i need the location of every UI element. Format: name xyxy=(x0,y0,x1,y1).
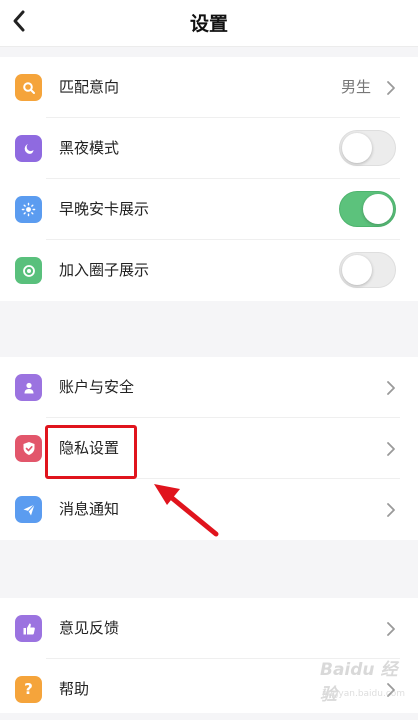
toggle-knob xyxy=(363,194,393,224)
nav-bar: 设置 xyxy=(0,0,418,47)
setting-label: 加入圈子展示 xyxy=(59,261,150,279)
setting-row-dark-mode: 黑夜模式 xyxy=(0,118,418,179)
setting-label: 消息通知 xyxy=(59,500,120,518)
send-icon xyxy=(15,496,42,523)
setting-label: 匹配意向 xyxy=(59,78,120,96)
dark-mode-toggle[interactable] xyxy=(339,130,396,166)
question-icon: ? xyxy=(15,676,42,703)
thumbs-up-icon xyxy=(15,615,42,642)
setting-row-match-intent[interactable]: 匹配意向 男生 xyxy=(0,57,418,118)
chevron-right-icon xyxy=(387,442,395,456)
setting-label: 黑夜模式 xyxy=(59,139,120,157)
target-icon xyxy=(15,257,42,284)
watermark: Baidu 经验 jingyan.baidu.com xyxy=(300,655,410,710)
moon-icon xyxy=(15,135,42,162)
setting-label: 账户与安全 xyxy=(59,378,135,396)
shield-icon xyxy=(15,435,42,462)
setting-label: 意见反馈 xyxy=(59,619,120,637)
setting-row-morning-card: 早晚安卡展示 xyxy=(0,179,418,240)
setting-row-circle-display: 加入圈子展示 xyxy=(0,240,418,301)
morning-card-toggle[interactable] xyxy=(339,191,396,227)
user-icon xyxy=(15,374,42,401)
chevron-right-icon xyxy=(387,81,395,95)
toggle-knob xyxy=(342,133,372,163)
settings-section-preferences: 匹配意向 男生 黑夜模式 早晚安卡展示 加入圈子展示 xyxy=(0,57,418,301)
setting-row-account-security[interactable]: 账户与安全 xyxy=(0,357,418,418)
annotation-arrow-icon xyxy=(154,484,219,537)
setting-row-feedback[interactable]: 意见反馈 xyxy=(0,598,418,659)
sun-icon xyxy=(15,196,42,223)
page-title: 设置 xyxy=(189,13,228,35)
circle-display-toggle[interactable] xyxy=(339,252,396,288)
setting-label: 帮助 xyxy=(59,680,90,698)
search-icon xyxy=(15,74,42,101)
chevron-right-icon xyxy=(387,622,395,636)
toggle-knob xyxy=(342,255,372,285)
setting-label: 早晚安卡展示 xyxy=(59,200,150,218)
setting-value: 男生 xyxy=(340,78,371,96)
watermark-url: jingyan.baidu.com xyxy=(322,689,406,699)
chevron-right-icon xyxy=(387,503,395,517)
chevron-right-icon xyxy=(387,381,395,395)
annotation-highlight-box xyxy=(45,425,137,479)
